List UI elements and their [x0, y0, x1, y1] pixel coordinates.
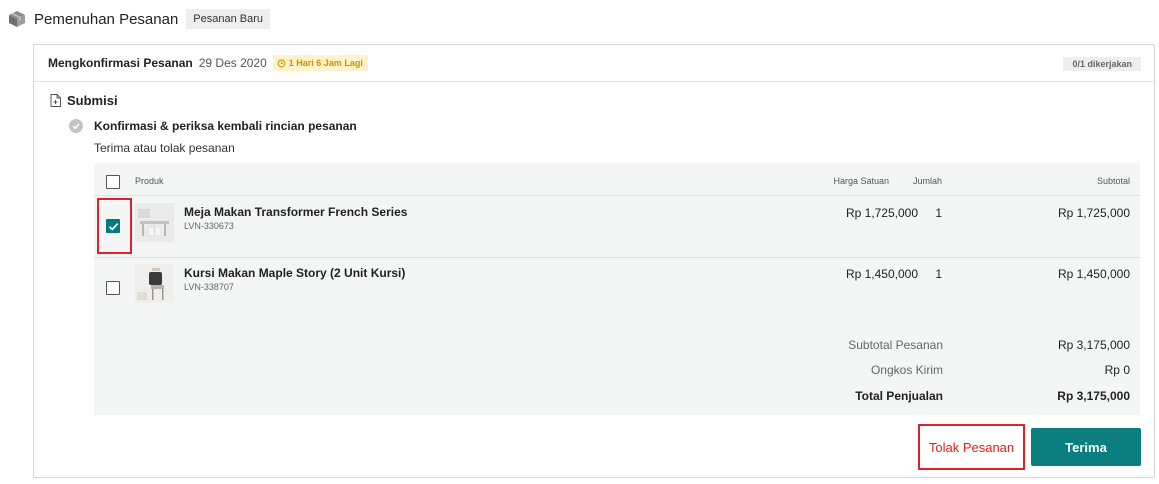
total-value: Rp 3,175,000	[1057, 389, 1130, 403]
section-title: Submisi	[67, 93, 118, 108]
divider	[94, 195, 1140, 196]
total-label: Total Penjualan	[855, 389, 943, 403]
page-header: Pemenuhan Pesanan Pesanan Baru	[8, 8, 270, 30]
accept-order-button[interactable]: Terima	[1031, 428, 1141, 466]
checkmark-icon	[108, 222, 119, 231]
clock-icon	[277, 59, 286, 67]
quantity: 1	[935, 267, 942, 281]
card-header: Mengkonfirmasi Pesanan 29 Des 2020 1 Har…	[34, 45, 1154, 82]
column-header-qty: Jumlah	[912, 176, 942, 186]
column-header-subtotal: Subtotal	[1096, 176, 1130, 186]
section-submisi: Submisi	[50, 93, 118, 108]
deadline-timer: 1 Hari 6 Jam Lagi	[272, 55, 368, 71]
progress-badge: 0/1 dikerjakan	[1063, 57, 1141, 71]
column-header-product: Produk	[135, 176, 164, 186]
row-checkbox[interactable]	[106, 281, 120, 295]
timer-label: 1 Hari 6 Jam Lagi	[288, 58, 363, 68]
row-checkbox[interactable]	[106, 219, 120, 233]
step-subtitle: Terima atau tolak pesanan	[94, 141, 235, 155]
reject-order-button[interactable]: Tolak Pesanan	[918, 424, 1025, 470]
package-box-icon	[8, 10, 26, 28]
order-card: Mengkonfirmasi Pesanan 29 Des 2020 1 Har…	[33, 44, 1155, 478]
order-date: 29 Des 2020	[198, 56, 267, 70]
divider	[94, 257, 1140, 258]
document-add-icon	[50, 94, 61, 107]
product-thumbnail	[135, 203, 174, 242]
column-header-unit-price: Harga Satuan	[833, 176, 889, 186]
product-table: Produk Harga Satuan Jumlah Subtotal Meja…	[94, 163, 1140, 415]
row-subtotal: Rp 1,725,000	[1057, 206, 1130, 220]
step-title: Konfirmasi & periksa kembali rincian pes…	[94, 119, 357, 133]
product-sku: LVN-338707	[184, 282, 234, 292]
check-circle-icon	[69, 119, 83, 133]
select-all-checkbox[interactable]	[106, 175, 120, 189]
subtotal-value: Rp 3,175,000	[1057, 338, 1130, 352]
unit-price: Rp 1,725,000	[845, 206, 918, 220]
product-name: Kursi Makan Maple Story (2 Unit Kursi)	[184, 266, 406, 280]
row-subtotal: Rp 1,450,000	[1057, 267, 1130, 281]
step-confirm: Konfirmasi & periksa kembali rincian pes…	[69, 119, 357, 133]
product-sku: LVN-330673	[184, 221, 234, 231]
quantity: 1	[935, 206, 942, 220]
product-thumbnail	[135, 264, 174, 303]
shipping-label: Ongkos Kirim	[870, 363, 943, 377]
status-badge: Pesanan Baru	[186, 9, 270, 29]
shipping-value: Rp 0	[1104, 363, 1130, 377]
product-name: Meja Makan Transformer French Series	[184, 205, 408, 219]
unit-price: Rp 1,450,000	[845, 267, 918, 281]
page-title: Pemenuhan Pesanan	[34, 10, 179, 28]
subtotal-label: Subtotal Pesanan	[848, 338, 943, 352]
card-title: Mengkonfirmasi Pesanan	[48, 56, 193, 70]
